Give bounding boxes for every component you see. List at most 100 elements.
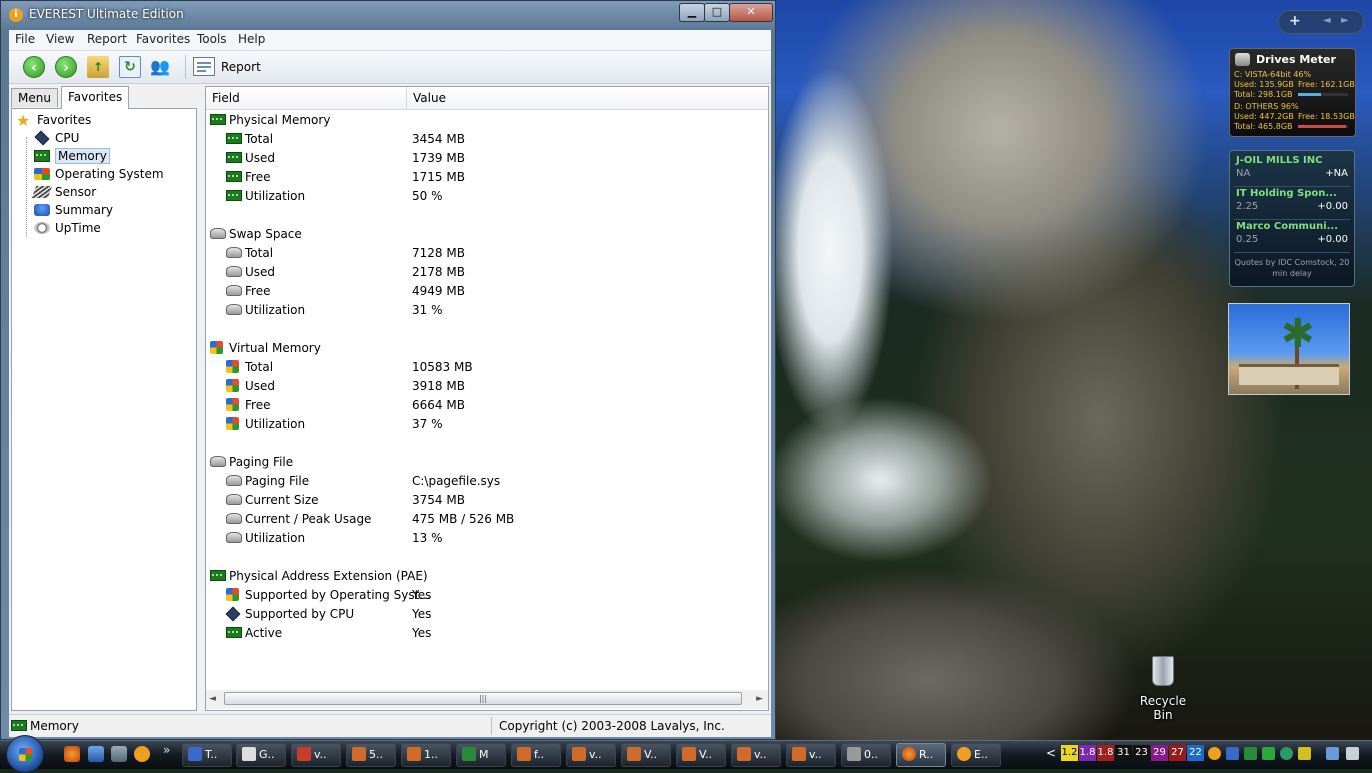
stock-item[interactable]: Marco Communi... 0.25 +0.00 — [1236, 221, 1350, 251]
stock-item[interactable]: IT Holding Spon... 2.25 +0.00 — [1236, 188, 1350, 218]
drives-meter-gadget[interactable]: Drives Meter C: VISTA-64bit 46% Used: 13… — [1229, 48, 1356, 137]
quicklaunch-more-button[interactable]: » — [163, 743, 170, 757]
firefox-icon[interactable] — [64, 746, 80, 762]
tray-monitor-value[interactable]: 1.8 — [1097, 745, 1114, 761]
taskbar-button[interactable]: G.. — [236, 743, 286, 767]
table-row[interactable]: Supported by Operating Syst... Yes — [206, 586, 768, 605]
start-button[interactable] — [6, 735, 44, 773]
report-button-label[interactable]: Report — [221, 60, 261, 74]
display-tray-icon[interactable] — [1326, 747, 1339, 760]
taskbar-button[interactable]: v.. — [786, 743, 836, 767]
tree-item-summary[interactable]: Summary — [34, 201, 113, 219]
menu-help[interactable]: Help — [238, 32, 265, 46]
section-row[interactable]: Paging File — [206, 453, 768, 472]
everest-icon[interactable] — [134, 746, 150, 762]
up-folder-icon[interactable]: ↑ — [87, 56, 109, 78]
taskbar-button[interactable]: 0.. — [841, 743, 891, 767]
network-tray-icon[interactable] — [1244, 747, 1257, 760]
taskbar-button[interactable]: T.. — [182, 743, 232, 767]
everest-tray-icon[interactable] — [1208, 747, 1221, 760]
volume-icon[interactable] — [1346, 747, 1359, 760]
section-row[interactable]: Physical Address Extension (PAE) — [206, 567, 768, 586]
taskbar-button[interactable]: R.. — [896, 743, 946, 767]
tree-root-favorites[interactable]: ★ Favorites — [16, 111, 91, 129]
scroll-thumb[interactable]: ||| — [224, 692, 742, 705]
tray-monitor-value[interactable]: 1.2 — [1061, 745, 1078, 761]
table-row[interactable]: Used 2178 MB — [206, 263, 768, 282]
tray-monitor-value[interactable]: 31 — [1115, 745, 1132, 761]
users-icon[interactable]: 👥 — [149, 56, 171, 78]
table-row[interactable]: Used 1739 MB — [206, 149, 768, 168]
table-row[interactable]: Active Yes — [206, 624, 768, 643]
section-row[interactable]: Virtual Memory — [206, 339, 768, 358]
tray-monitor-value[interactable]: 23 — [1133, 745, 1150, 761]
tray-monitor-value[interactable]: 1.8 — [1079, 745, 1096, 761]
table-row[interactable]: Utilization 37 % — [206, 415, 768, 434]
section-row[interactable]: Physical Memory — [206, 111, 768, 130]
taskbar-button[interactable]: f.. — [511, 743, 561, 767]
table-row[interactable]: Current / Peak Usage 475 MB / 526 MB — [206, 510, 768, 529]
taskbar-button[interactable]: v.. — [731, 743, 781, 767]
tray-monitor-value[interactable]: 22 — [1187, 745, 1204, 761]
table-row[interactable]: Supported by CPU Yes — [206, 605, 768, 624]
table-row[interactable]: Current Size 3754 MB — [206, 491, 768, 510]
minimize-button[interactable]: ▁ — [679, 3, 705, 22]
show-desktop-icon[interactable] — [88, 746, 104, 762]
menu-file[interactable]: File — [15, 32, 35, 46]
menu-favorites[interactable]: Favorites — [136, 32, 190, 46]
forward-icon[interactable]: › — [55, 56, 77, 78]
previous-gadgets-button[interactable]: ◄ — [1323, 15, 1331, 26]
title-bar[interactable]: i EVEREST Ultimate Edition ▁ □ ✕ — [1, 1, 775, 29]
report-icon[interactable] — [193, 57, 215, 76]
table-row[interactable]: Paging File C:\pagefile.sys — [206, 472, 768, 491]
add-gadget-button[interactable]: + — [1289, 13, 1301, 29]
menu-view[interactable]: View — [46, 32, 74, 46]
section-row[interactable]: Swap Space — [206, 225, 768, 244]
column-header-field[interactable]: Field — [212, 91, 240, 105]
recycle-bin[interactable]: Recycle Bin — [1130, 656, 1196, 722]
table-row[interactable]: Total 7128 MB — [206, 244, 768, 263]
tree-item-memory[interactable]: Memory — [34, 147, 110, 165]
column-header-value[interactable]: Value — [413, 91, 446, 105]
tree-item-uptime[interactable]: UpTime — [34, 219, 101, 237]
taskbar-button[interactable]: V.. — [621, 743, 671, 767]
taskbar-button[interactable]: v.. — [566, 743, 616, 767]
tree-item-operating-system[interactable]: Operating System — [34, 165, 164, 183]
back-icon[interactable]: ‹ — [23, 56, 45, 78]
slideshow-gadget[interactable]: ✱ — [1228, 303, 1350, 395]
close-button[interactable]: ✕ — [729, 3, 773, 22]
stock-item[interactable]: J-OIL MILLS INC NA +NA — [1236, 155, 1350, 185]
horizontal-scrollbar[interactable]: ◄ ||| ► — [206, 690, 768, 709]
table-row[interactable]: Used 3918 MB — [206, 377, 768, 396]
taskbar-button[interactable]: v.. — [291, 743, 341, 767]
security-tray-icon[interactable] — [1298, 747, 1311, 760]
tray-monitor-value[interactable]: 27 — [1169, 745, 1186, 761]
menu-tools[interactable]: Tools — [197, 32, 227, 46]
table-row[interactable]: Total 10583 MB — [206, 358, 768, 377]
stocks-gadget[interactable]: J-OIL MILLS INC NA +NA IT Holding Spon..… — [1229, 150, 1355, 287]
table-row[interactable]: Utilization 31 % — [206, 301, 768, 320]
menu-report[interactable]: Report — [87, 32, 127, 46]
scroll-left-icon[interactable]: ◄ — [209, 694, 216, 704]
tray-expand-button[interactable]: < — [1046, 746, 1056, 760]
column-divider[interactable] — [406, 87, 407, 109]
taskbar-button[interactable]: V.. — [676, 743, 726, 767]
tree-item-sensor[interactable]: Sensor — [31, 183, 96, 201]
table-row[interactable]: Free 6664 MB — [206, 396, 768, 415]
tab-favorites[interactable]: Favorites — [61, 86, 130, 109]
table-row[interactable]: Total 3454 MB — [206, 130, 768, 149]
taskbar-button[interactable]: M — [456, 743, 506, 767]
tree-item-cpu[interactable]: CPU — [34, 129, 79, 147]
maximize-button[interactable]: □ — [704, 3, 730, 22]
sync-tray-icon[interactable] — [1280, 747, 1293, 760]
table-row[interactable]: Utilization 50 % — [206, 187, 768, 206]
taskbar-button[interactable]: 5.. — [346, 743, 396, 767]
table-row[interactable]: Free 4949 MB — [206, 282, 768, 301]
scroll-right-icon[interactable]: ► — [756, 694, 763, 704]
green-tray-icon[interactable] — [1262, 747, 1275, 760]
table-row[interactable]: Utilization 13 % — [206, 529, 768, 548]
refresh-icon[interactable]: ↻ — [119, 56, 141, 78]
taskbar-button[interactable]: E.. — [951, 743, 1001, 767]
save-icon[interactable] — [111, 746, 127, 762]
next-gadgets-button[interactable]: ► — [1341, 15, 1349, 26]
